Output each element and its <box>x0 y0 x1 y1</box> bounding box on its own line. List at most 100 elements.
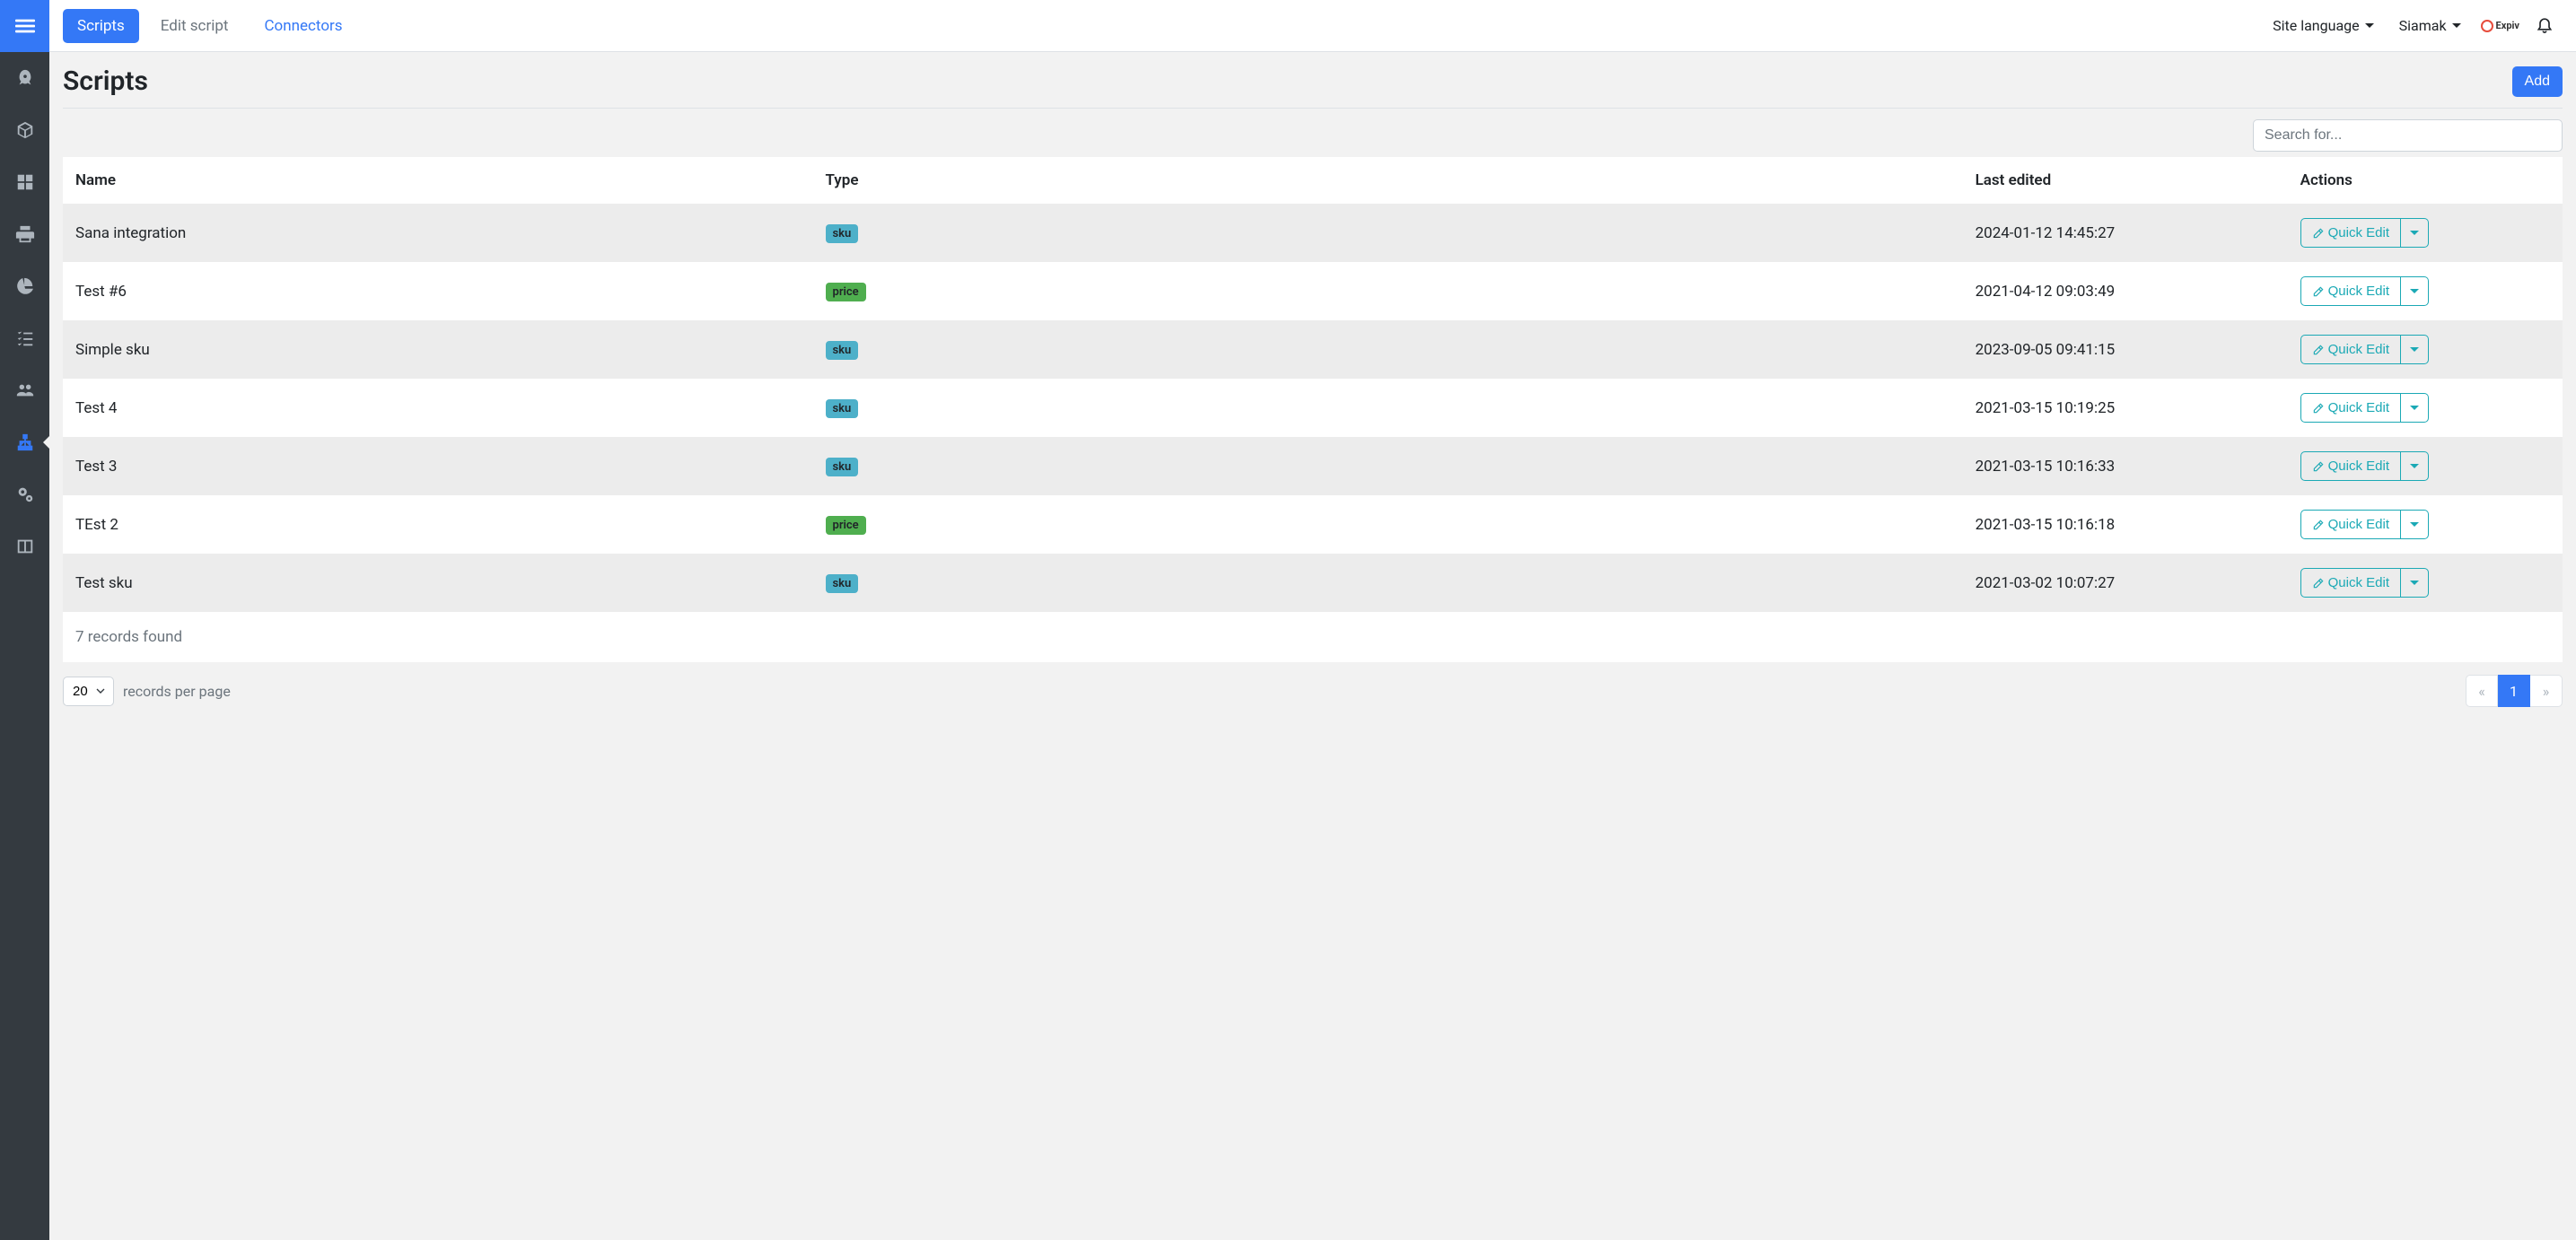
columns-icon <box>15 537 35 556</box>
sidebar-item-reports[interactable] <box>0 260 49 312</box>
bell-icon <box>2536 15 2554 33</box>
pagination-next[interactable]: » <box>2530 675 2563 707</box>
column-header-actions: Actions <box>2288 157 2563 204</box>
edit-icon <box>2312 519 2325 531</box>
gears-icon <box>15 485 35 504</box>
quick-edit-button[interactable]: Quick Edit <box>2300 393 2401 423</box>
brand-circle-icon <box>2481 20 2493 32</box>
type-badge: price <box>826 283 866 301</box>
sitemap-icon <box>15 432 35 452</box>
user-menu[interactable]: Siamak <box>2387 17 2474 34</box>
cell-actions: Quick Edit <box>2288 379 2563 437</box>
tab-scripts[interactable]: Scripts <box>63 9 139 43</box>
cell-type: sku <box>813 437 1963 495</box>
scripts-table: Name Type Last edited Actions Sana integ… <box>63 157 2563 612</box>
table-row: Sana integrationsku2024-01-12 14:45:27Qu… <box>63 204 2563 262</box>
pagination-prev[interactable]: « <box>2466 675 2498 707</box>
cell-actions: Quick Edit <box>2288 495 2563 554</box>
cell-actions: Quick Edit <box>2288 204 2563 262</box>
brand-text: Expiv <box>2496 20 2519 31</box>
sidebar-item-products[interactable] <box>0 104 49 156</box>
top-tabs: Scripts Edit script Connectors <box>63 9 357 43</box>
cell-type: sku <box>813 204 1963 262</box>
hamburger-icon <box>15 16 35 36</box>
cell-last-edited: 2021-03-15 10:16:33 <box>1963 437 2288 495</box>
quick-edit-button[interactable]: Quick Edit <box>2300 218 2401 248</box>
cell-name: Simple sku <box>63 320 813 379</box>
rocket-icon <box>15 68 35 88</box>
cell-type: price <box>813 495 1963 554</box>
sidebar-item-dashboard[interactable] <box>0 52 49 104</box>
chevron-down-icon <box>2410 347 2419 352</box>
quick-edit-label: Quick Edit <box>2328 284 2389 299</box>
cell-actions: Quick Edit <box>2288 262 2563 320</box>
users-icon <box>15 380 35 400</box>
user-name: Siamak <box>2399 17 2447 34</box>
cell-name: Test 4 <box>63 379 813 437</box>
quick-edit-dropdown[interactable] <box>2401 335 2429 364</box>
chevron-down-icon <box>2365 23 2374 28</box>
quick-edit-button[interactable]: Quick Edit <box>2300 335 2401 364</box>
sidebar-item-tasks[interactable] <box>0 312 49 364</box>
pagination: « 1 » <box>2466 675 2563 707</box>
quick-edit-dropdown[interactable] <box>2401 568 2429 598</box>
printer-icon <box>15 224 35 244</box>
cell-last-edited: 2023-09-05 09:41:15 <box>1963 320 2288 379</box>
cell-type: sku <box>813 379 1963 437</box>
type-badge: price <box>826 516 866 535</box>
per-page-label: records per page <box>123 683 231 700</box>
sidebar-item-print[interactable] <box>0 208 49 260</box>
column-header-last-edited[interactable]: Last edited <box>1963 157 2288 204</box>
type-badge: sku <box>826 458 859 476</box>
add-button[interactable]: Add <box>2512 66 2563 97</box>
quick-edit-button[interactable]: Quick Edit <box>2300 568 2401 598</box>
type-badge: sku <box>826 224 859 243</box>
edit-icon <box>2312 402 2325 415</box>
records-found: 7 records found <box>63 612 2563 662</box>
cell-last-edited: 2021-04-12 09:03:49 <box>1963 262 2288 320</box>
cell-name: Sana integration <box>63 204 813 262</box>
quick-edit-button[interactable]: Quick Edit <box>2300 276 2401 306</box>
site-language-dropdown[interactable]: Site language <box>2260 17 2386 34</box>
page-title: Scripts <box>63 65 148 97</box>
sidebar-item-users[interactable] <box>0 364 49 416</box>
quick-edit-dropdown[interactable] <box>2401 276 2429 306</box>
quick-edit-label: Quick Edit <box>2328 458 2389 474</box>
search-input[interactable] <box>2253 119 2563 152</box>
quick-edit-dropdown[interactable] <box>2401 218 2429 248</box>
notifications-button[interactable] <box>2527 15 2563 37</box>
topbar: Scripts Edit script Connectors Site lang… <box>49 0 2576 52</box>
chevron-down-icon <box>2410 522 2419 527</box>
cell-actions: Quick Edit <box>2288 437 2563 495</box>
site-language-label: Site language <box>2273 17 2359 34</box>
cube-icon <box>15 120 35 140</box>
cell-actions: Quick Edit <box>2288 554 2563 612</box>
sidebar-item-integrations[interactable] <box>0 416 49 468</box>
quick-edit-dropdown[interactable] <box>2401 393 2429 423</box>
sidebar-item-layout[interactable] <box>0 520 49 572</box>
sidebar-item-settings[interactable] <box>0 468 49 520</box>
per-page-select[interactable]: 20 <box>63 677 114 706</box>
cell-last-edited: 2021-03-15 10:19:25 <box>1963 379 2288 437</box>
quick-edit-button[interactable]: Quick Edit <box>2300 510 2401 539</box>
quick-edit-button[interactable]: Quick Edit <box>2300 451 2401 481</box>
column-header-name[interactable]: Name <box>63 157 813 204</box>
type-badge: sku <box>826 399 859 418</box>
brand-logo: Expiv <box>2474 20 2527 32</box>
chevron-down-icon <box>2410 464 2419 468</box>
sidebar-item-orders[interactable] <box>0 156 49 208</box>
tab-edit-script[interactable]: Edit script <box>146 9 243 43</box>
edit-icon <box>2312 344 2325 356</box>
sidebar-toggle-button[interactable] <box>0 0 49 52</box>
chevron-down-icon <box>2410 406 2419 410</box>
tab-connectors[interactable]: Connectors <box>250 9 356 43</box>
pagination-page-1[interactable]: 1 <box>2498 675 2530 707</box>
quick-edit-dropdown[interactable] <box>2401 451 2429 481</box>
chevron-down-icon <box>2452 23 2461 28</box>
quick-edit-dropdown[interactable] <box>2401 510 2429 539</box>
column-header-type[interactable]: Type <box>813 157 1963 204</box>
cell-name: TEst 2 <box>63 495 813 554</box>
pie-chart-icon <box>15 276 35 296</box>
cell-actions: Quick Edit <box>2288 320 2563 379</box>
quick-edit-label: Quick Edit <box>2328 575 2389 590</box>
